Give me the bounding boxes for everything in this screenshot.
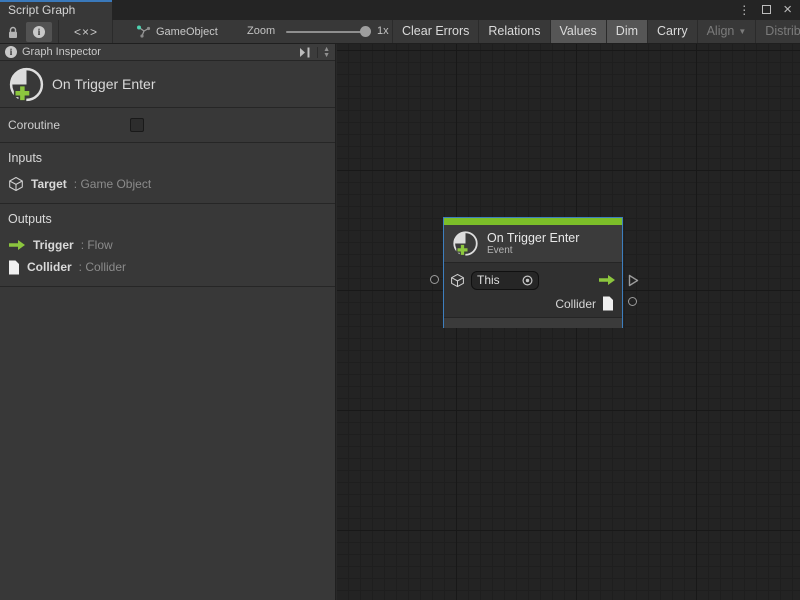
carry-button[interactable]: Carry <box>647 20 697 43</box>
inputs-section: Inputs Target : Game Object <box>0 143 335 204</box>
output-type: : Flow <box>81 238 113 252</box>
unit-title-section: On Trigger Enter <box>0 61 335 108</box>
window-menu-icon[interactable]: ⋮ <box>738 2 750 18</box>
output-row-collider: Collider : Collider <box>0 256 335 278</box>
tab-script-graph[interactable]: Script Graph <box>0 0 112 20</box>
outputs-section: Outputs Trigger : Flow Collider : Collid… <box>0 204 335 287</box>
coroutine-label: Coroutine <box>8 118 60 132</box>
document-icon <box>602 296 614 311</box>
graph-inspector-title: Graph Inspector <box>22 46 101 58</box>
chevron-up-icon: ▲ <box>323 47 330 52</box>
code-view-button[interactable]: <×> <box>64 22 108 42</box>
lock-button[interactable] <box>3 22 23 42</box>
collider-port-label: Collider <box>555 297 596 311</box>
target-value: This <box>477 273 518 287</box>
output-port-trigger[interactable] <box>628 274 639 287</box>
input-port-target[interactable] <box>430 275 439 284</box>
toolbar-buttons: Clear Errors Relations Values Dim Carry … <box>392 20 800 43</box>
target-port-row: This <box>450 268 616 292</box>
graph-inspector-header: i Graph Inspector ▲ ▼ <box>0 44 335 61</box>
chevron-down-icon: ▼ <box>738 27 746 36</box>
dim-button[interactable]: Dim <box>606 20 647 43</box>
maximize-icon[interactable] <box>762 2 771 18</box>
gameobject-reference[interactable]: GameObject <box>136 20 218 43</box>
script-graph-window: Script Graph ⋮ × i <×> <box>0 0 800 600</box>
output-port-collider[interactable] <box>628 297 637 306</box>
graph-canvas[interactable]: On Trigger Enter Event This <box>337 44 800 600</box>
event-unit-icon <box>8 66 45 103</box>
info-icon: i <box>5 46 17 58</box>
graph-toolbar: i <×> GameObject Zoom 1x Clear Errors Re… <box>0 20 800 44</box>
code-icon: <×> <box>74 25 98 39</box>
zoom-slider[interactable] <box>286 31 366 33</box>
node-subtitle: Event <box>487 245 579 257</box>
align-dropdown[interactable]: Align▼ <box>697 20 756 43</box>
info-icon: i <box>33 26 45 38</box>
tab-label: Script Graph <box>8 3 75 17</box>
window-controls: ⋮ × <box>738 1 792 19</box>
gameobject-label: GameObject <box>156 26 218 38</box>
dock-panel-icon[interactable] <box>299 47 312 58</box>
values-button[interactable]: Values <box>550 20 606 43</box>
output-type: : Collider <box>79 260 126 274</box>
flow-arrow-icon <box>598 274 616 286</box>
coroutine-setting-row: Coroutine <box>0 108 335 143</box>
close-icon[interactable]: × <box>783 2 792 18</box>
target-value-field[interactable]: This <box>471 271 539 290</box>
node-header[interactable]: On Trigger Enter Event <box>444 225 622 262</box>
output-row-trigger: Trigger : Flow <box>0 234 335 256</box>
cube-icon <box>8 176 24 192</box>
graph-inspector-panel: i Graph Inspector ▲ ▼ On Trigger Enter C… <box>0 44 336 600</box>
outputs-header: Outputs <box>0 212 335 226</box>
lock-icon <box>7 26 19 39</box>
relations-button[interactable]: Relations <box>478 20 549 43</box>
object-picker-icon[interactable] <box>522 275 533 286</box>
node-title: On Trigger Enter <box>487 231 579 245</box>
node-body: This Collider <box>444 262 622 317</box>
input-name: Target <box>31 177 67 191</box>
distribute-dropdown[interactable]: Distribute▼ <box>755 20 800 43</box>
panel-scrub-stepper[interactable]: ▲ ▼ <box>317 47 330 58</box>
zoom-slider-handle[interactable] <box>360 26 371 37</box>
cube-icon <box>450 273 465 288</box>
tab-bar: Script Graph ⋮ × <box>0 0 800 20</box>
zoom-value: 1x <box>377 20 389 43</box>
flow-arrow-icon <box>8 239 26 251</box>
inputs-header: Inputs <box>0 151 335 165</box>
zoom-label: Zoom <box>247 20 275 43</box>
collider-port-row: Collider <box>450 292 616 315</box>
event-unit-icon <box>452 230 479 257</box>
input-row-target: Target : Game Object <box>0 173 335 195</box>
coroutine-checkbox[interactable] <box>130 118 144 132</box>
node-footer <box>444 317 622 328</box>
graph-icon <box>136 25 151 38</box>
output-name: Trigger <box>33 238 74 252</box>
node-accent-bar <box>444 218 622 225</box>
output-name: Collider <box>27 260 72 274</box>
unit-title: On Trigger Enter <box>52 76 156 92</box>
input-type: : Game Object <box>74 177 151 191</box>
clear-errors-button[interactable]: Clear Errors <box>392 20 478 43</box>
on-trigger-enter-node[interactable]: On Trigger Enter Event This <box>443 217 623 328</box>
document-icon <box>8 260 20 275</box>
chevron-down-icon: ▼ <box>323 53 330 58</box>
inspector-toggle-button[interactable]: i <box>26 22 52 42</box>
